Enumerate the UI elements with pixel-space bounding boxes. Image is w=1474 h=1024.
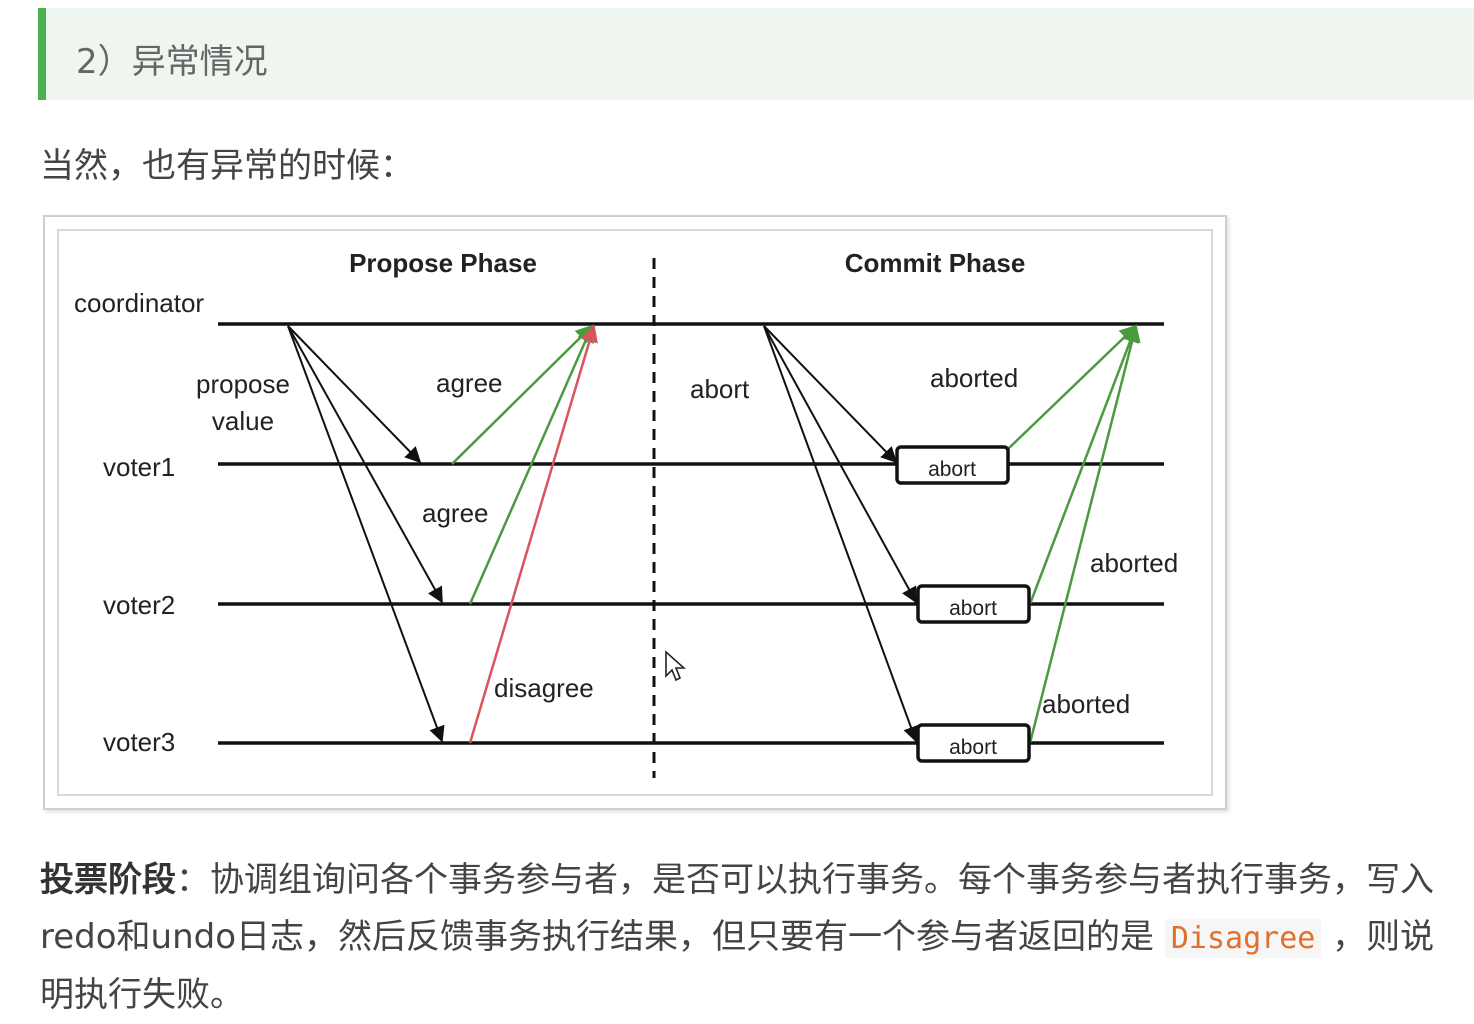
propose-arrow-voter3 [287, 325, 445, 743]
aborted-arrow-voter1 [1007, 324, 1138, 450]
mouse-pointer-icon [665, 650, 686, 682]
abort-label: abort [690, 374, 750, 404]
commit-phase-title: Commit Phase [845, 248, 1026, 278]
inline-code-disagree: Disagree [1164, 919, 1322, 958]
disagree-label: disagree [494, 673, 594, 703]
propose-label-line1: propose [196, 369, 290, 399]
abort-arrow-voter3 [763, 325, 919, 743]
propose-arrow-voter1 [287, 325, 422, 464]
paragraph-bold-term: 投票阶段 [40, 860, 176, 900]
abort-arrow-voter1 [763, 325, 898, 464]
voter3-label: voter3 [103, 727, 175, 757]
aborted-arrow-voter3 [1028, 324, 1141, 744]
agree-label-2: agree [422, 498, 489, 528]
coordinator-label: coordinator [74, 288, 204, 318]
voter2-label: voter2 [103, 590, 175, 620]
propose-label-line2: value [212, 406, 274, 436]
agree-label-1: agree [436, 368, 503, 398]
aborted-label-2: aborted [1090, 548, 1178, 578]
aborted-label-1: aborted [930, 363, 1018, 393]
voter1-label: voter1 [103, 452, 175, 482]
propose-phase-title: Propose Phase [349, 248, 537, 278]
abort-box-label-1: abort [928, 458, 976, 481]
aborted-label-3: aborted [1042, 689, 1130, 719]
explanation-paragraph: 投票阶段：协调组询问各个事务参与者，是否可以执行事务。每个事务参与者执行事务，写… [40, 852, 1440, 1024]
abort-box-label-3: abort [949, 736, 997, 759]
abort-box-label-2: abort [949, 597, 997, 620]
